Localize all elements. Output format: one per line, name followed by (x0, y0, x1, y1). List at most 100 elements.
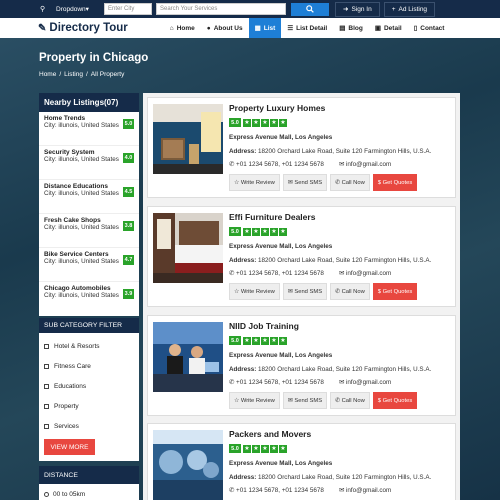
nav-detail[interactable]: ▣ Detail (369, 18, 408, 38)
sign-in-button[interactable]: ➜ Sign In (335, 1, 380, 17)
nearby-item[interactable]: Bike Service Centers City: illunois, Unit… (39, 248, 139, 282)
checkbox[interactable] (44, 403, 49, 409)
category-filter[interactable]: Hotel & Resorts (44, 336, 134, 356)
get-quotes-button[interactable]: $ Get Quotes (372, 392, 418, 409)
listing-phone: ✆ +01 1234 5678, +01 1234 5678 (229, 161, 324, 168)
home-icon: ⌂ (169, 24, 174, 32)
phone-text: +01 1234 5678, +01 1234 5678 (236, 487, 324, 494)
radio-button[interactable] (44, 491, 49, 497)
star-icon: ★ (261, 118, 269, 127)
dollar-icon: $ (377, 288, 381, 295)
rating-badge: 5.0 (229, 444, 241, 453)
top-bar: ⚲ Dropdown▾ Enter City Search Your Servi… (0, 0, 500, 18)
category-filter[interactable]: Fitness Care (44, 356, 134, 376)
write-review-button[interactable]: ☆ Write Review (229, 283, 280, 300)
star-icon: ★ (279, 227, 287, 236)
nav-contact[interactable]: ▯ Contact (408, 18, 451, 38)
dollar-icon: $ (377, 179, 381, 186)
nearby-item[interactable]: Fresh Cake Shops City: illunois, United S… (39, 214, 139, 248)
crumb-home[interactable]: Home (39, 71, 56, 78)
nearby-title: Security System (44, 149, 95, 156)
category-filter[interactable]: Property (44, 396, 134, 416)
button-label: Write Review (240, 288, 275, 295)
logo-text: Directory Tour (49, 22, 128, 34)
email-text: info@gmail.com (346, 487, 392, 494)
call-now-button[interactable]: ✆ Call Now (330, 174, 370, 191)
nearby-city: City: illunois, United States (44, 190, 119, 197)
nav-home[interactable]: ⌂ Home (164, 18, 201, 38)
listing-image-warehouse[interactable] (153, 430, 223, 500)
nearby-item[interactable]: Distance Educations City: illunois, Unite… (39, 180, 139, 214)
address-label: Address: (229, 148, 257, 155)
button-label: Get Quotes (382, 397, 413, 404)
star-icon: ★ (261, 444, 269, 453)
listing-image-interior[interactable] (153, 104, 223, 174)
star-outline-icon: ☆ (234, 179, 240, 186)
contact-icon: ▯ (413, 25, 418, 32)
checkbox[interactable] (44, 343, 49, 349)
rating-badge: 5.0 (229, 336, 241, 345)
star-outline-icon: ☆ (234, 397, 240, 404)
nearby-item[interactable]: Chicago Automobiles City: illunois, Unite… (39, 282, 139, 316)
crumb-current: All Property (90, 71, 125, 78)
listing-rating: 5.0 ★ ★ ★ ★ ★ (229, 336, 288, 345)
send-sms-button[interactable]: ✉ Send SMS (282, 392, 328, 409)
site-logo[interactable]: ✎ Directory Tour (38, 22, 128, 34)
nav-blog[interactable]: ▤ Blog (333, 18, 369, 38)
nearby-item[interactable]: Home Trends City: illunois, United States… (39, 112, 139, 146)
nav-list-detail[interactable]: ☰ List Detail (281, 18, 333, 38)
listing-image-office[interactable] (153, 322, 223, 392)
listing-image-bedroom[interactable] (153, 213, 223, 283)
write-review-button[interactable]: ☆ Write Review (229, 392, 280, 409)
checkbox[interactable] (44, 383, 49, 389)
location-dropdown[interactable]: Dropdown▾ (56, 5, 98, 13)
listing-title[interactable]: Property Luxury Homes (229, 103, 325, 113)
category-label: Hotel & Resorts (54, 342, 100, 350)
listing-title[interactable]: Effi Furniture Dealers (229, 212, 315, 222)
nav-about-us[interactable]: ● About Us (201, 18, 249, 38)
checkbox[interactable] (44, 363, 49, 369)
email-text: info@gmail.com (346, 161, 392, 168)
listing-phone: ✆ +01 1234 5678, +01 1234 5678 (229, 270, 324, 277)
rating-badge: 3.9 (123, 289, 134, 299)
nearby-title: Chicago Automobiles (44, 285, 111, 292)
category-filter[interactable]: Educations (44, 376, 134, 396)
search-icon (306, 5, 314, 13)
address-text: 18200 Orchard Lake Road, Suite 120 Farmi… (258, 257, 432, 264)
star-icon: ★ (279, 118, 287, 127)
call-now-button[interactable]: ✆ Call Now (330, 283, 370, 300)
breadcrumb: Home / Listing / All Property (39, 71, 124, 78)
get-quotes-button[interactable]: $ Get Quotes (372, 174, 418, 191)
listing-email: ✉ info@gmail.com (339, 270, 391, 277)
phone-icon: ✆ (335, 288, 340, 295)
nearby-item[interactable]: Security System City: illunois, United St… (39, 146, 139, 180)
search-button[interactable] (291, 2, 329, 16)
sign-in-label: Sign In (351, 5, 372, 13)
checkbox[interactable] (44, 423, 49, 429)
send-sms-button[interactable]: ✉ Send SMS (282, 283, 328, 300)
get-quotes-button[interactable]: $ Get Quotes (372, 283, 418, 300)
phone-icon: ✆ (229, 270, 235, 277)
distance-option[interactable]: 00 to 05km (39, 484, 139, 500)
mail-icon: ✉ (339, 161, 345, 168)
nav-list[interactable]: ▦ List (248, 18, 282, 38)
city-input[interactable]: Enter City (104, 3, 152, 15)
service-search-input[interactable]: Search Your Services (156, 3, 286, 15)
listing-title[interactable]: Packers and Movers (229, 429, 311, 439)
listing-address: Address: 18200 Orchard Lake Road, Suite … (229, 148, 431, 155)
call-now-button[interactable]: ✆ Call Now (330, 392, 370, 409)
nearby-title: Fresh Cake Shops (44, 217, 101, 224)
write-review-button[interactable]: ☆ Write Review (229, 174, 280, 191)
send-sms-button[interactable]: ✉ Send SMS (282, 174, 328, 191)
crumb-listing[interactable]: Listing (64, 71, 83, 78)
category-filter[interactable]: Services (44, 416, 134, 436)
listing-title[interactable]: NIID Job Training (229, 321, 299, 331)
rating-badge: 5.0 (123, 119, 134, 129)
star-icon: ★ (270, 118, 278, 127)
sub-category-list: Hotel & Resorts Fitness Care Educations … (39, 333, 139, 461)
add-listing-button[interactable]: + Ad Listing (383, 1, 436, 17)
category-label: Services (54, 422, 79, 430)
mail-icon: ✉ (339, 379, 345, 386)
view-more-button[interactable]: VIEW MORE (44, 439, 95, 455)
mail-icon: ✉ (339, 487, 345, 494)
